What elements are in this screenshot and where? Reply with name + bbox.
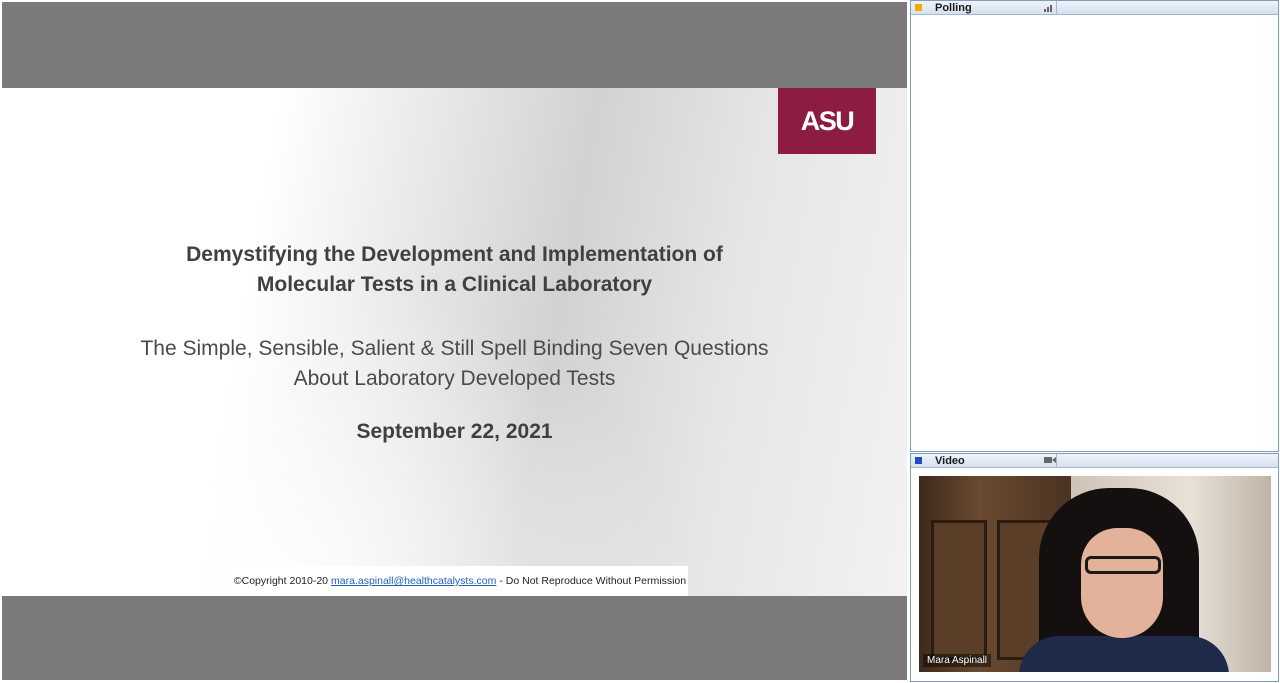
polling-header-divider	[1056, 1, 1057, 15]
asu-logo: ASU	[778, 88, 876, 154]
slide-title: Demystifying the Development and Impleme…	[2, 240, 907, 300]
slide-date: September 22, 2021	[356, 420, 553, 443]
video-status-dot	[915, 457, 922, 464]
copyright-suffix: - Do Not Reproduce Without Permission	[499, 575, 687, 587]
polling-panel-header[interactable]: Polling	[911, 1, 1278, 15]
video-panel: Video Mara Aspinall	[910, 453, 1279, 682]
participant-video-feed[interactable]: Mara Aspinall	[919, 476, 1271, 672]
polling-status-dot	[915, 4, 922, 11]
polling-panel: Polling	[910, 0, 1279, 452]
camera-icon[interactable]	[1044, 456, 1056, 466]
participant-body	[1019, 636, 1229, 672]
video-header-divider	[1056, 454, 1057, 468]
signal-bars-icon[interactable]	[1044, 3, 1054, 14]
copyright-email-link[interactable]: mara.aspinall@healthcatalysts.com	[331, 575, 496, 587]
video-panel-title: Video	[935, 454, 965, 467]
slide-title-line-2: Molecular Tests in a Clinical Laboratory	[256, 273, 653, 296]
presentation-stage: ASU Demystifying the Development and Imp…	[2, 2, 907, 680]
slide-subtitle: The Simple, Sensible, Salient & Still Sp…	[2, 334, 907, 394]
slide-subtitle-line-1: The Simple, Sensible, Salient & Still Sp…	[140, 337, 769, 360]
participant-glasses	[1085, 556, 1161, 574]
copyright-prefix: ©Copyright 2010-20	[233, 575, 329, 587]
slide: ASU Demystifying the Development and Imp…	[2, 88, 907, 596]
slide-subtitle-line-2: About Laboratory Developed Tests	[293, 367, 616, 390]
polling-panel-title: Polling	[935, 1, 972, 14]
participant-face	[1081, 528, 1163, 638]
participant-name-label: Mara Aspinall	[923, 654, 992, 667]
video-door-panel	[931, 520, 987, 660]
copyright-footer: ©Copyright 2010-20 mara.aspinall@healthc…	[232, 566, 688, 596]
video-panel-header[interactable]: Video	[911, 454, 1278, 468]
slide-title-line-1: Demystifying the Development and Impleme…	[186, 243, 723, 266]
